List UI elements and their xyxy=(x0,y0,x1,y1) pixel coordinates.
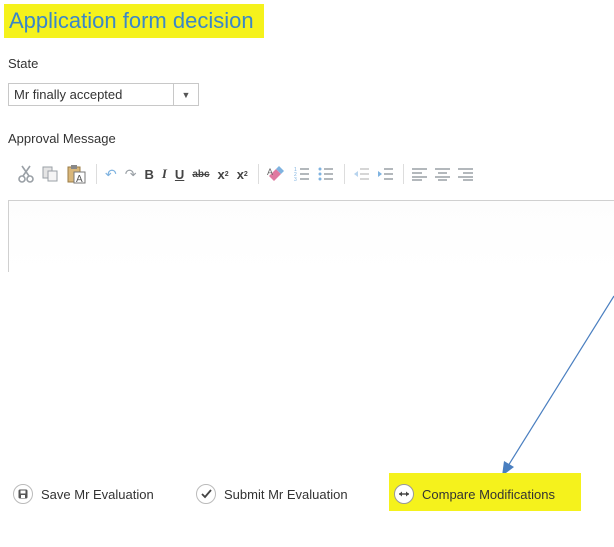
save-evaluation-button[interactable]: Save Mr Evaluation xyxy=(13,484,154,504)
compare-modifications-button[interactable]: Compare Modifications xyxy=(394,484,555,504)
save-icon xyxy=(13,484,33,504)
compare-modifications-label: Compare Modifications xyxy=(422,486,555,502)
checkmark-icon xyxy=(196,484,216,504)
annotation-arrow xyxy=(502,295,614,476)
submit-evaluation-button[interactable]: Submit Mr Evaluation xyxy=(196,484,348,504)
save-evaluation-label: Save Mr Evaluation xyxy=(41,486,154,502)
compare-arrows-icon xyxy=(394,484,414,504)
submit-evaluation-label: Submit Mr Evaluation xyxy=(224,486,348,502)
